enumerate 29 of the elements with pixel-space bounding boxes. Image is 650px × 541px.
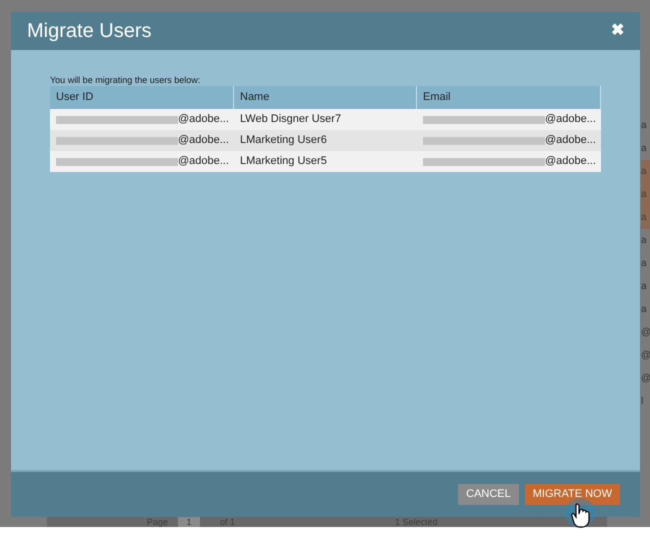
close-button[interactable]: ✖: [611, 19, 624, 43]
table-cell-text: @adobe...: [178, 154, 229, 170]
table-cell-text: @: [641, 326, 650, 340]
table-cell-text: @adobe...: [178, 133, 229, 148]
migrate-now-button[interactable]: MIGRATE NOW: [524, 484, 620, 505]
table-cell-text: @: [641, 372, 650, 386]
dialog-title: Migrate Users: [27, 19, 152, 44]
table-cell-text: l: [641, 395, 644, 409]
table-cell-text: LMarketing User5: [239, 154, 328, 170]
page-input[interactable]: 1: [178, 517, 200, 527]
table-cell-text: a: [641, 119, 648, 133]
table-cell-text: a: [641, 234, 648, 248]
table-cell: a: [641, 206, 650, 229]
table-cell: a: [641, 183, 650, 206]
table-cell-text: a: [641, 303, 648, 317]
table-cell-text: @adobe...: [545, 133, 596, 148]
table-cell-text: a: [641, 280, 648, 294]
table-cell-text: LMarketing User6: [239, 133, 328, 148]
table-cell-text: @adobe...: [545, 154, 596, 170]
table-cell: a: [641, 160, 650, 183]
table-cell-text: LWeb Disgner User7: [239, 112, 342, 128]
pointer-cursor-icon: [571, 502, 591, 528]
table-cell-text: @adobe...: [178, 112, 229, 128]
table-cell-text: a: [641, 142, 648, 156]
table-cell-text: @adobe...: [545, 112, 596, 128]
table-cell-text: a: [641, 257, 648, 271]
table-cell-text: @: [641, 349, 650, 363]
intro-text: You will be migrating the users below:: [50, 74, 202, 86]
cancel-button[interactable]: CANCEL: [458, 484, 519, 505]
